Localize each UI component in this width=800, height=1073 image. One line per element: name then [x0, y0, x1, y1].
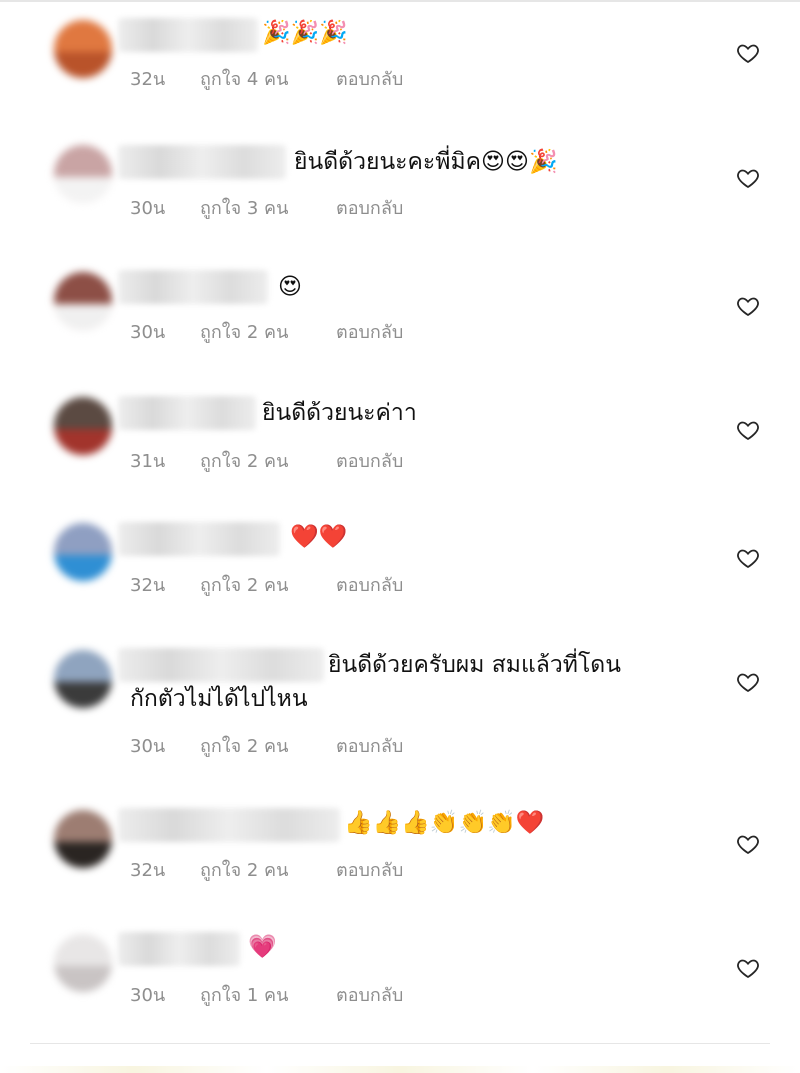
avatar[interactable]: [54, 934, 112, 992]
reply-button[interactable]: ตอบกลับ: [336, 64, 403, 93]
username-blurred[interactable]: [118, 648, 324, 682]
comment-text: 👍👍👍👏👏👏❤️: [344, 810, 545, 836]
comment-meta: 30น ถูกใจ 2 คน ตอบกลับ: [130, 731, 403, 760]
comment-time: 30น: [130, 736, 166, 757]
comment-meta: 32น ถูกใจ 2 คน ตอบกลับ: [130, 855, 403, 884]
comment-meta: 31น ถูกใจ 2 คน ตอบกลับ: [130, 446, 403, 475]
comment-meta: 30น ถูกใจ 1 คน ตอบกลับ: [130, 980, 403, 1009]
like-count[interactable]: ถูกใจ 2 คน: [200, 317, 336, 346]
username-blurred[interactable]: [118, 270, 268, 304]
avatar[interactable]: [54, 20, 112, 78]
like-count[interactable]: ถูกใจ 3 คน: [200, 193, 336, 222]
heart-outline-icon[interactable]: [736, 546, 760, 570]
username-blurred[interactable]: [118, 396, 256, 430]
comment-time: 32น: [130, 69, 166, 90]
reply-button[interactable]: ตอบกลับ: [336, 317, 403, 346]
username-blurred[interactable]: [118, 18, 258, 52]
heart-outline-icon[interactable]: [736, 956, 760, 980]
reply-button[interactable]: ตอบกลับ: [336, 980, 403, 1009]
comment-text: 😍: [278, 274, 302, 300]
comment-time: 32น: [130, 860, 166, 881]
comment-time: 30น: [130, 985, 166, 1006]
comment-text: 🎉🎉🎉: [262, 20, 348, 46]
avatar[interactable]: [54, 650, 112, 708]
reply-button[interactable]: ตอบกลับ: [336, 193, 403, 222]
avatar[interactable]: [54, 810, 112, 868]
heart-outline-icon[interactable]: [736, 832, 760, 856]
avatar[interactable]: [54, 145, 112, 203]
top-divider: [0, 0, 800, 2]
username-blurred[interactable]: [118, 145, 286, 179]
heart-outline-icon[interactable]: [736, 670, 760, 694]
comment-time: 31น: [130, 451, 166, 472]
like-count[interactable]: ถูกใจ 2 คน: [200, 446, 336, 475]
avatar[interactable]: [54, 397, 112, 455]
avatar[interactable]: [54, 272, 112, 330]
comment-meta: 30น ถูกใจ 2 คน ตอบกลับ: [130, 317, 403, 346]
like-count[interactable]: ถูกใจ 2 คน: [200, 731, 336, 760]
heart-outline-icon[interactable]: [736, 41, 760, 65]
reply-button[interactable]: ตอบกลับ: [336, 855, 403, 884]
comment-time: 32น: [130, 575, 166, 596]
next-content-edge: [0, 1066, 800, 1073]
heart-outline-icon[interactable]: [736, 418, 760, 442]
username-blurred[interactable]: [118, 932, 240, 966]
comment-text: ยินดีด้วยครับผม สมแล้วที่โดน: [328, 652, 621, 678]
like-count[interactable]: ถูกใจ 4 คน: [200, 64, 336, 93]
like-count[interactable]: ถูกใจ 2 คน: [200, 570, 336, 599]
comment-meta: 32น ถูกใจ 2 คน ตอบกลับ: [130, 570, 403, 599]
reply-button[interactable]: ตอบกลับ: [336, 731, 403, 760]
like-count[interactable]: ถูกใจ 1 คน: [200, 980, 336, 1009]
reply-button[interactable]: ตอบกลับ: [336, 446, 403, 475]
heart-outline-icon[interactable]: [736, 166, 760, 190]
comment-time: 30น: [130, 198, 166, 219]
username-blurred[interactable]: [118, 522, 280, 556]
reply-button[interactable]: ตอบกลับ: [336, 570, 403, 599]
comment-meta: 30น ถูกใจ 3 คน ตอบกลับ: [130, 193, 403, 222]
comment-text: ❤️❤️: [290, 524, 348, 550]
comment-text: 💗: [248, 934, 277, 960]
comment-text: ยินดีด้วยนะค่าา: [262, 400, 417, 426]
comment-meta: 32น ถูกใจ 4 คน ตอบกลับ: [130, 64, 403, 93]
like-count[interactable]: ถูกใจ 2 คน: [200, 855, 336, 884]
comment-text: ยินดีด้วยนะคะพี่มิค😍😍🎉: [294, 149, 558, 175]
username-blurred[interactable]: [118, 808, 340, 842]
comment-text-line2: กักตัวไม่ได้ไปไหน: [130, 686, 308, 712]
comment-time: 30น: [130, 322, 166, 343]
avatar[interactable]: [54, 523, 112, 581]
bottom-divider: [30, 1043, 770, 1044]
heart-outline-icon[interactable]: [736, 294, 760, 318]
